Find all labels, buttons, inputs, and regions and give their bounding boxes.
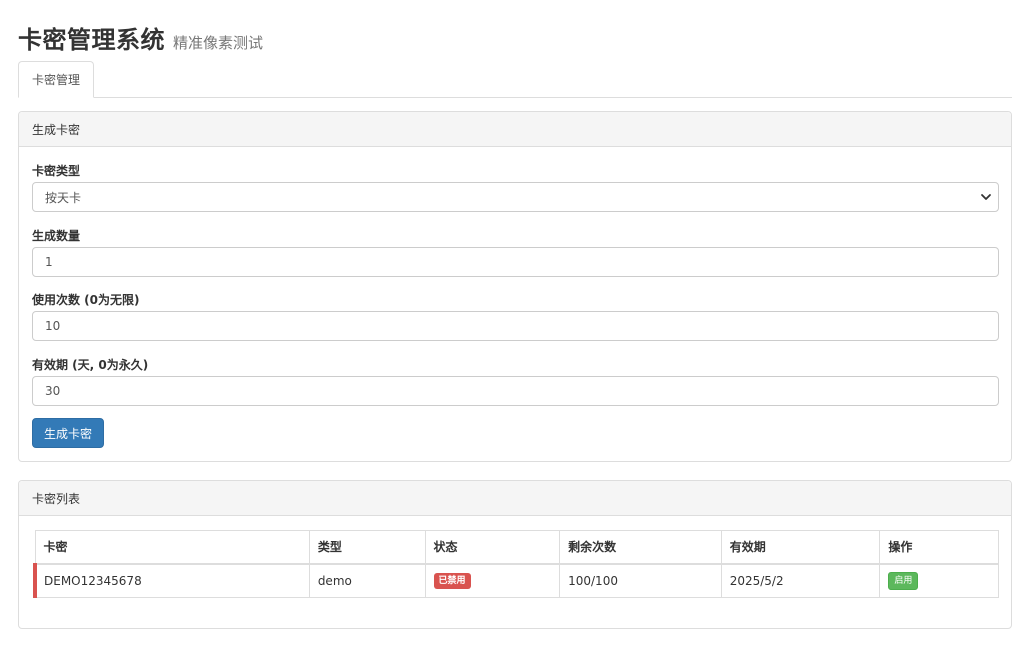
table-header-row: 卡密 类型 状态 剩余次数 有效期 操作 <box>34 530 999 565</box>
validity-label: 有效期 (天, 0为永久) <box>32 358 149 372</box>
column-header-remaining: 剩余次数 <box>559 530 722 565</box>
cell-card: DEMO12345678 <box>32 563 310 598</box>
column-header-card: 卡密 <box>34 530 310 565</box>
validity-input[interactable]: 30 <box>32 376 999 406</box>
uses-input[interactable]: 10 <box>32 311 999 341</box>
quantity-input[interactable]: 1 <box>32 247 999 277</box>
uses-label: 使用次数 (0为无限) <box>32 293 140 307</box>
quantity-value: 1 <box>45 255 53 269</box>
page-header: 卡密管理系统 精准像素测试 <box>18 20 263 55</box>
card-type-value: 按天卡 <box>45 190 82 205</box>
status-badge: 已禁用 <box>433 573 471 590</box>
chevron-down-icon <box>981 194 991 200</box>
generate-panel-heading: 生成卡密 <box>19 112 1011 147</box>
tab-card-management[interactable]: 卡密管理 <box>18 61 94 98</box>
validity-value: 30 <box>45 384 61 398</box>
cell-remaining: 100/100 <box>559 563 722 598</box>
card-type-select[interactable]: 按天卡 <box>32 182 999 212</box>
card-table: 卡密 类型 状态 剩余次数 有效期 操作 DEMO12345678 demo 已… <box>32 530 999 598</box>
column-header-type: 类型 <box>308 530 426 565</box>
page-title: 卡密管理系统 <box>18 26 165 54</box>
uses-value: 10 <box>45 319 61 333</box>
column-header-expiry: 有效期 <box>720 530 881 565</box>
page-subtitle: 精准像素测试 <box>173 34 264 52</box>
column-header-status: 状态 <box>424 530 561 565</box>
cell-status: 已禁用 <box>424 563 561 598</box>
column-header-action: 操作 <box>879 530 999 565</box>
table-row: DEMO12345678 demo 已禁用 100/100 2025/5/2 启… <box>32 563 999 598</box>
card-list-panel: 卡密列表 卡密 类型 状态 剩余次数 有效期 操作 DEMO12345678 d… <box>18 480 1012 629</box>
quantity-label: 生成数量 <box>32 229 81 243</box>
generate-panel: 生成卡密 卡密类型 按天卡 生成数量 1 使用次数 (0为无限) 10 有效期 … <box>18 111 1012 462</box>
card-type-label: 卡密类型 <box>32 164 81 178</box>
generate-button[interactable]: 生成卡密 <box>32 418 104 448</box>
tab-bar: 卡密管理 <box>18 61 1012 98</box>
cell-expiry: 2025/5/2 <box>720 563 881 598</box>
cell-action: 启用 <box>879 563 999 598</box>
enable-button[interactable]: 启用 <box>888 571 919 590</box>
card-list-panel-heading: 卡密列表 <box>19 481 1011 516</box>
cell-type: demo <box>308 563 426 598</box>
